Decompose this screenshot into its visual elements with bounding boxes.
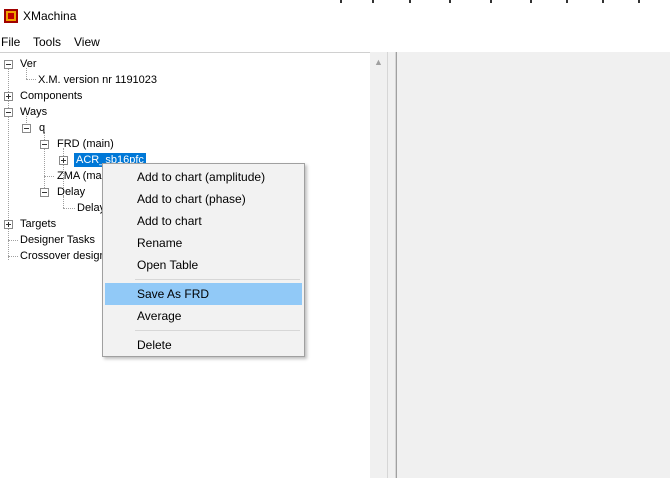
menu-item-add-to-chart[interactable]: Add to chart bbox=[105, 210, 302, 232]
collapse-ver-icon[interactable] bbox=[4, 60, 13, 69]
title-bar-decoration bbox=[340, 0, 670, 3]
tree-node-delay-child[interactable]: Delay bbox=[77, 201, 105, 215]
xmachina-app-icon[interactable] bbox=[4, 9, 18, 23]
menu-separator bbox=[135, 279, 300, 280]
tree-line bbox=[44, 176, 54, 177]
menu-view[interactable]: View bbox=[74, 35, 100, 49]
menu-bar: File Tools View bbox=[0, 32, 670, 51]
tree-line bbox=[8, 240, 18, 241]
collapse-ways-icon[interactable] bbox=[4, 108, 13, 117]
tree-line bbox=[63, 208, 75, 209]
tree-node-targets[interactable]: Targets bbox=[20, 217, 56, 231]
expand-components-icon[interactable] bbox=[4, 92, 13, 101]
menu-item-add-to-chart-amplitude[interactable]: Add to chart (amplitude) bbox=[105, 166, 302, 188]
expand-targets-icon[interactable] bbox=[4, 220, 13, 229]
tree-node-zma[interactable]: ZMA (ma bbox=[57, 169, 102, 183]
tree-node-components[interactable]: Components bbox=[20, 89, 82, 103]
menu-item-delete[interactable]: Delete bbox=[105, 334, 302, 356]
menu-item-save-as-frd[interactable]: Save As FRD bbox=[105, 283, 302, 305]
tree-node-ver[interactable]: Ver bbox=[20, 57, 37, 71]
tree-line bbox=[26, 79, 36, 80]
tree-node-version[interactable]: X.M. version nr 1191023 bbox=[38, 73, 157, 87]
collapse-frd-icon[interactable] bbox=[40, 140, 49, 149]
window-title: XMachina bbox=[23, 9, 77, 23]
menu-item-rename[interactable]: Rename bbox=[105, 232, 302, 254]
collapse-delay-icon[interactable] bbox=[40, 188, 49, 197]
tree-node-designer-tasks[interactable]: Designer Tasks bbox=[20, 233, 95, 247]
collapse-q-icon[interactable] bbox=[22, 124, 31, 133]
tree-node-ways[interactable]: Ways bbox=[20, 105, 47, 119]
menu-item-add-to-chart-phase[interactable]: Add to chart (phase) bbox=[105, 188, 302, 210]
title-bar: XMachina bbox=[0, 0, 670, 32]
tree-node-delay[interactable]: Delay bbox=[57, 185, 85, 199]
context-menu: Add to chart (amplitude) Add to chart (p… bbox=[102, 163, 305, 357]
tree-line bbox=[8, 256, 18, 257]
right-panel bbox=[396, 52, 670, 478]
menu-item-average[interactable]: Average bbox=[105, 305, 302, 327]
expand-acr-icon[interactable] bbox=[59, 156, 68, 165]
tree-node-frd-main[interactable]: FRD (main) bbox=[57, 137, 114, 151]
menu-separator bbox=[135, 330, 300, 331]
tree-node-crossover-design[interactable]: Crossover design bbox=[20, 249, 106, 263]
menu-file[interactable]: File bbox=[1, 35, 20, 49]
tree-node-q[interactable]: q bbox=[39, 121, 45, 135]
menu-tools[interactable]: Tools bbox=[33, 35, 61, 49]
menu-item-open-table[interactable]: Open Table bbox=[105, 254, 302, 276]
panel-splitter[interactable] bbox=[387, 52, 396, 478]
scroll-up-arrow-icon[interactable]: ▲ bbox=[374, 58, 383, 67]
tree-scrollbar[interactable]: ▲ bbox=[370, 52, 387, 478]
